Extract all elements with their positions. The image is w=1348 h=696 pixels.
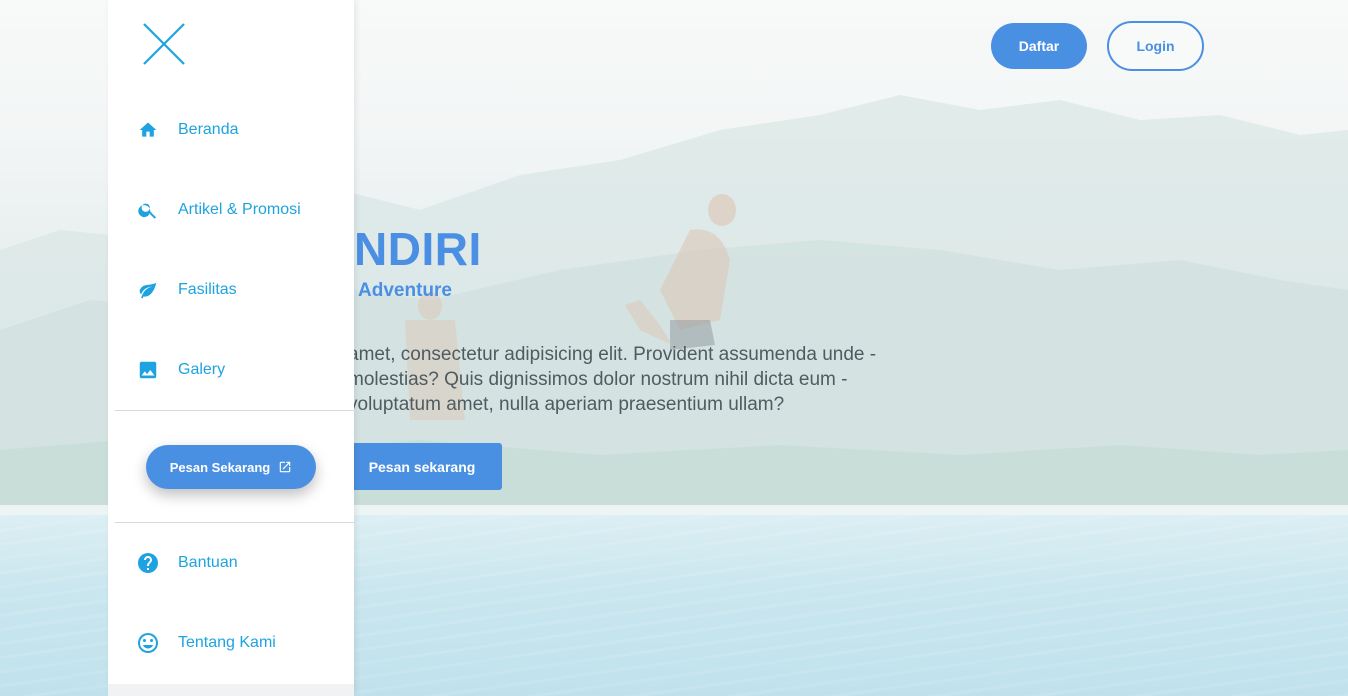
help-icon	[136, 551, 160, 575]
external-link-icon	[278, 460, 292, 474]
drawer-item-label: Tentang Kami	[178, 634, 276, 651]
hero-description-line: amet, consectetur adipisicing elit. Prov…	[348, 344, 877, 365]
drawer-item-galery[interactable]: Galery	[108, 346, 354, 394]
drawer-book-now-button[interactable]: Pesan Sekarang	[146, 445, 316, 489]
home-icon	[136, 118, 160, 142]
hero-description-line: molestias? Quis dignissimos dolor nostru…	[348, 369, 848, 390]
login-button[interactable]: Login	[1107, 21, 1204, 71]
drawer-item-label: Fasilitas	[178, 281, 237, 298]
side-drawer: Beranda Artikel & Promosi Fasilitas Gale…	[108, 0, 355, 696]
drawer-item-bantuan[interactable]: Bantuan	[108, 539, 354, 587]
smiley-icon	[136, 631, 160, 655]
drawer-item-label: Artikel & Promosi	[178, 201, 301, 218]
drawer-footer-strip	[108, 684, 354, 696]
close-icon[interactable]	[142, 22, 186, 66]
hero-subtitle: Adventure	[358, 280, 452, 301]
drawer-item-fasilitas[interactable]: Fasilitas	[108, 266, 354, 314]
drawer-item-label: Beranda	[178, 121, 239, 138]
search-icon	[136, 198, 160, 222]
image-icon	[136, 358, 160, 382]
drawer-divider	[115, 522, 355, 523]
hero-description: amet, consectetur adipisicing elit. Prov…	[348, 342, 968, 417]
hero-description-line: voluptatum amet, nulla aperiam praesenti…	[348, 394, 785, 415]
book-now-button[interactable]: Pesan sekarang	[342, 443, 502, 490]
drawer-item-label: Bantuan	[178, 554, 238, 571]
drawer-book-now-label: Pesan Sekarang	[169, 459, 271, 475]
register-button[interactable]: Daftar	[991, 23, 1087, 69]
drawer-divider	[115, 410, 355, 411]
hero-title: NDIRI	[354, 223, 482, 275]
drawer-item-label: Galery	[178, 361, 226, 378]
drawer-item-tentang-kami[interactable]: Tentang Kami	[108, 619, 354, 667]
leaf-icon	[136, 278, 160, 302]
drawer-item-artikel-promosi[interactable]: Artikel & Promosi	[108, 186, 354, 234]
drawer-item-beranda[interactable]: Beranda	[108, 106, 354, 154]
